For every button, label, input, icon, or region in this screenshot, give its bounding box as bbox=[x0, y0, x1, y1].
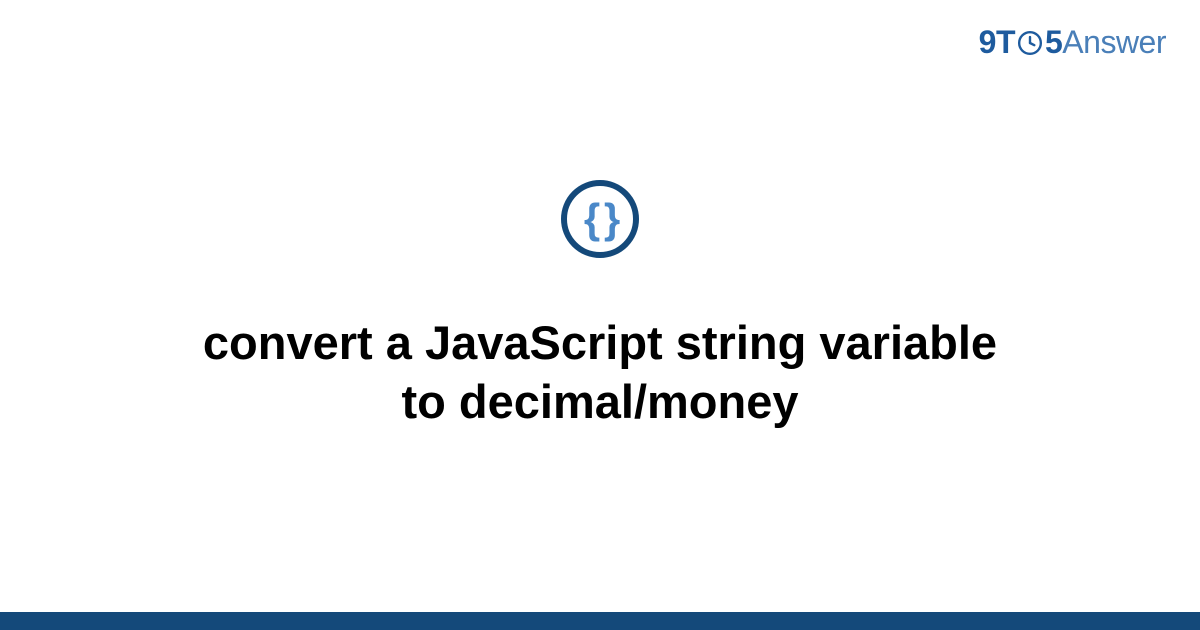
category-badge: { } bbox=[561, 180, 639, 258]
question-title: convert a JavaScript string variable to … bbox=[150, 314, 1050, 432]
footer-accent-bar bbox=[0, 612, 1200, 630]
main-content: { } convert a JavaScript string variable… bbox=[0, 0, 1200, 612]
code-braces-icon: { } bbox=[584, 198, 616, 240]
